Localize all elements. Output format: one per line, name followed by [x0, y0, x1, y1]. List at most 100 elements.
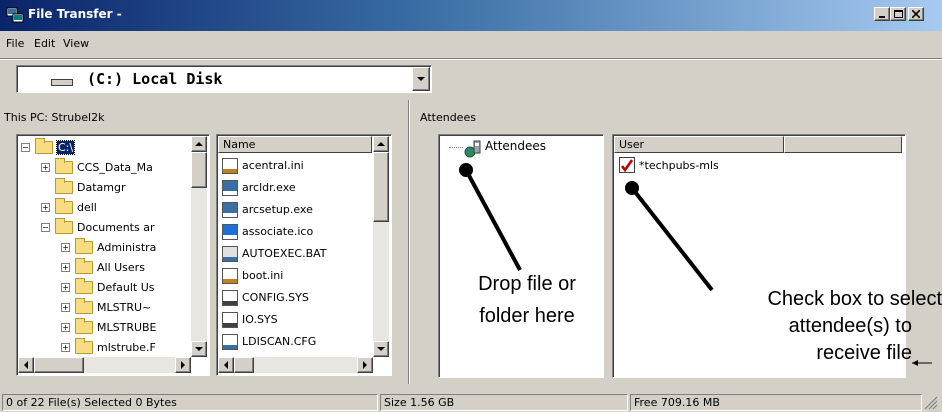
check-annotation-line-2: attendee(s) to [788, 315, 912, 337]
close-button[interactable] [908, 7, 924, 21]
folder-icon [75, 278, 93, 294]
folder-icon [35, 138, 53, 154]
user-name[interactable]: *techpubs-mls [639, 159, 719, 172]
scroll-thumb[interactable] [234, 357, 254, 373]
tree-node-label: Datamgr [77, 181, 126, 194]
file-icon [222, 312, 238, 328]
expand-icon[interactable]: + [41, 163, 50, 172]
expand-icon[interactable]: + [61, 283, 70, 292]
scroll-down-button[interactable] [373, 341, 389, 357]
file-icon [222, 334, 238, 350]
panel-splitter[interactable] [408, 100, 410, 384]
minimize-icon [879, 16, 885, 18]
chevron-left-icon [24, 361, 28, 369]
file-icon [222, 268, 238, 284]
file-icon [222, 158, 238, 174]
file-name: IO.SYS [242, 313, 278, 326]
status-bar: 0 of 22 File(s) Selected 0 Bytes Size 1.… [0, 392, 942, 412]
scroll-thumb[interactable] [34, 357, 84, 373]
expand-icon[interactable]: + [61, 303, 70, 312]
collapse-icon[interactable]: − [41, 223, 50, 232]
folder-tree-rows: − C:\ + CCS_Data_Ma Datamgr + dell − Documents a… [17, 135, 191, 357]
collapse-icon[interactable]: − [21, 143, 30, 152]
scroll-up-button[interactable] [191, 136, 207, 152]
menu-view[interactable]: View [63, 37, 89, 50]
menu-bar: File Edit View [0, 33, 942, 55]
hard-drive-icon [51, 79, 73, 86]
menu-file[interactable]: File [6, 37, 24, 50]
checkmark-icon [620, 159, 634, 173]
tree-node-label: dell [77, 201, 97, 214]
chevron-down-icon [417, 77, 425, 81]
local-panel-title: This PC: Strubel2k [4, 111, 105, 124]
file-icon [222, 224, 238, 240]
file-icon [222, 180, 238, 196]
folder-icon [55, 198, 73, 214]
drive-select[interactable]: (C:) Local Disk [16, 65, 432, 93]
user-checkbox[interactable] [619, 157, 635, 173]
folder-tree-vscrollbar[interactable] [191, 136, 207, 357]
file-name: LDISCAN.CFG [242, 335, 317, 348]
file-icon [222, 246, 238, 262]
attendees-group-icon [464, 140, 481, 158]
file-name: AUTOEXEC.BAT [242, 247, 327, 260]
scroll-right-button[interactable] [357, 357, 373, 373]
expand-icon[interactable]: + [61, 263, 70, 272]
maximize-icon [893, 10, 903, 18]
file-list-rows: acentral.ini arcldr.exe arcsetup.exe associ… [218, 153, 372, 357]
drive-select-dropdown-button[interactable] [412, 67, 430, 91]
expand-icon[interactable]: + [61, 323, 70, 332]
tree-node-label: Administra [97, 241, 157, 254]
tree-node-label: CCS_Data_Ma [77, 161, 153, 174]
folder-icon [55, 158, 73, 174]
file-name: acentral.ini [242, 159, 304, 172]
expand-icon[interactable]: + [41, 203, 50, 212]
drive-select-value: (C:) Local Disk [87, 70, 223, 88]
folder-icon [75, 238, 93, 254]
title-bar: File Transfer - [0, 0, 942, 31]
maximize-button[interactable] [890, 7, 906, 21]
scroll-down-button[interactable] [191, 341, 207, 357]
status-size: Size 1.56 GB [380, 394, 628, 411]
file-name: CONFIG.SYS [242, 291, 309, 304]
menu-edit[interactable]: Edit [34, 37, 55, 50]
minimize-button[interactable] [874, 7, 890, 21]
scroll-up-button[interactable] [373, 136, 389, 152]
check-annotation-line-3: receive file [816, 342, 912, 364]
drop-annotation-line-1: Drop file or [478, 273, 576, 295]
resize-grip-icon[interactable] [924, 396, 938, 410]
scroll-right-button[interactable] [175, 357, 191, 373]
tree-node-label: mlstrube.F [97, 341, 156, 354]
file-list[interactable]: Name acentral.ini arcldr.exe arcsetup.exe a… [216, 134, 392, 376]
file-list-vscrollbar[interactable] [373, 136, 389, 357]
check-annotation: Check box to select attendee(s) to recei… [702, 286, 942, 367]
folder-icon [75, 298, 93, 314]
attendee-drop-target[interactable]: Attendees [438, 134, 604, 378]
tree-node-label: C:\ [55, 140, 76, 155]
expand-icon[interactable]: + [61, 343, 70, 352]
attendees-panel-title: Attendees [420, 111, 476, 124]
file-icon [222, 202, 238, 218]
file-icon [222, 290, 238, 306]
chevron-right-icon [363, 361, 367, 369]
column-header-user[interactable]: User [614, 136, 784, 153]
column-header-blank[interactable] [784, 136, 902, 153]
scroll-thumb[interactable] [373, 152, 389, 222]
file-name: boot.ini [242, 269, 284, 282]
attendees-root-label[interactable]: Attendees [485, 139, 546, 153]
scroll-left-button[interactable] [218, 357, 234, 373]
chevron-down-icon [195, 347, 203, 351]
folder-tree-hscrollbar[interactable] [18, 357, 191, 373]
file-name: arcldr.exe [242, 181, 296, 194]
expand-icon[interactable]: + [61, 243, 70, 252]
tree-node-label: MLSTRUBE [97, 321, 157, 334]
tree-node-label: Documents ar [77, 221, 155, 234]
file-list-hscrollbar[interactable] [218, 357, 373, 373]
file-name: associate.ico [242, 225, 314, 238]
folder-icon [75, 258, 93, 274]
tree-node-label: MLSTRU~ [97, 301, 152, 314]
scroll-thumb[interactable] [191, 152, 207, 188]
folder-tree[interactable]: − C:\ + CCS_Data_Ma Datamgr + dell − Documents a… [16, 134, 210, 376]
scroll-left-button[interactable] [18, 357, 34, 373]
column-header-name[interactable]: Name [218, 136, 372, 153]
